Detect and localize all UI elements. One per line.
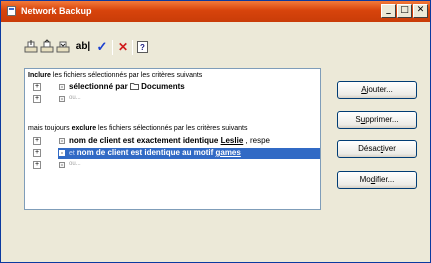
add-rule-icon [24, 40, 38, 53]
or-placeholder[interactable]: ou... [69, 95, 81, 101]
title-bar[interactable]: Network Backup _ □ ✕ [1, 1, 430, 22]
minimize-button[interactable]: _ [381, 4, 396, 18]
maximize-button[interactable]: □ [397, 4, 412, 18]
rename-button[interactable]: ab| [75, 38, 91, 56]
window-title: Network Backup [21, 6, 92, 16]
selected-row[interactable]: et nom de client est identique au motif … [58, 148, 320, 159]
expand-icon[interactable]: + [33, 137, 41, 145]
or-placeholder[interactable]: ou... [69, 161, 81, 167]
expand-icon[interactable]: + [33, 149, 41, 157]
help-button[interactable]: ? [136, 38, 150, 56]
folder-icon [129, 83, 139, 90]
client-name-link[interactable]: Leslie [221, 136, 244, 145]
toolbar-separator [132, 40, 133, 55]
svg-text:?: ? [140, 43, 145, 52]
add-rule-button[interactable] [24, 38, 38, 56]
modify-button[interactable]: Modifier... [337, 171, 417, 189]
remove-button[interactable]: Supprimer... [337, 111, 417, 129]
app-icon [7, 6, 16, 16]
exclude-criterion-client-exact[interactable]: nom de client est exactement identique L… [69, 136, 270, 145]
checkbox-icon[interactable] [59, 96, 65, 102]
add-rule-up-icon [40, 39, 54, 53]
network-backup-window: Network Backup _ □ ✕ ab| ✓ ✕ ? Inclure l… [0, 0, 431, 263]
delete-button[interactable]: ✕ [116, 38, 130, 56]
expand-icon[interactable]: + [33, 161, 41, 169]
exclude-header: mais toujours exclure les fichiers sélec… [28, 125, 248, 132]
close-button[interactable]: ✕ [413, 4, 428, 18]
disable-button[interactable]: Désactiver [337, 140, 417, 158]
expand-icon[interactable]: + [33, 95, 41, 103]
include-criterion[interactable]: sélectionné par Documents [69, 82, 185, 91]
checkbox-icon[interactable] [59, 162, 65, 168]
add-button[interactable]: Ajouter... [337, 81, 417, 99]
add-rule-down-icon [56, 41, 70, 53]
pattern-link[interactable]: games [215, 148, 240, 157]
help-icon: ? [137, 41, 148, 53]
add-rule-down-button[interactable] [56, 38, 70, 56]
add-rule-up-button[interactable] [40, 38, 54, 56]
checkbox-icon[interactable] [59, 150, 65, 156]
checkbox-icon[interactable] [59, 138, 65, 144]
expand-icon[interactable]: + [33, 83, 41, 91]
toolbar: ab| ✓ ✕ ? [24, 38, 174, 58]
exclude-criterion-client-pattern[interactable]: et nom de client est identique au motif … [69, 148, 241, 157]
checkmark-icon: ✓ [96, 39, 108, 54]
apply-button[interactable]: ✓ [95, 38, 109, 56]
rules-list[interactable]: Inclure les fichiers sélectionnés par le… [24, 68, 321, 210]
rename-icon: ab| [75, 41, 91, 52]
toolbar-separator [112, 40, 113, 55]
checkbox-icon[interactable] [59, 84, 65, 90]
include-header: Inclure les fichiers sélectionnés par le… [28, 72, 203, 79]
delete-icon: ✕ [117, 40, 129, 54]
